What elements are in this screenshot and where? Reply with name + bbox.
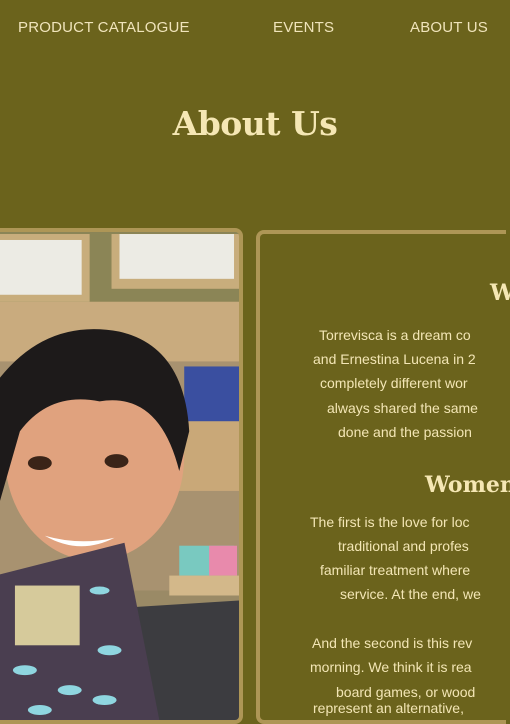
text-line: The first is the love for loc [310, 514, 470, 530]
text-line: morning. We think it is rea [310, 659, 472, 675]
section-heading-women: Women [425, 472, 510, 498]
founder-photo-image [0, 232, 239, 720]
text-line: service. At the end, we [340, 586, 481, 602]
text-line: completely different wor [320, 375, 468, 391]
nav-about-us[interactable]: ABOUT US [410, 19, 488, 36]
text-line: Torrevisca is a dream co [319, 327, 471, 343]
text-line: and Ernestina Lucena in 2 [313, 351, 476, 367]
text-line: represent an alternative, [313, 700, 464, 716]
text-line: And the second is this rev [312, 635, 473, 651]
founder-photo [0, 228, 243, 724]
text-line: familiar treatment where [320, 562, 471, 578]
text-line: done and the passion [338, 424, 472, 440]
text-line: always shared the same [327, 400, 478, 416]
section-heading: W [490, 280, 510, 306]
nav-events[interactable]: EVENTS [273, 19, 334, 36]
text-line: traditional and profes [338, 538, 469, 554]
text-line: board games, or wood [336, 684, 476, 700]
nav-product-catalogue[interactable]: PRODUCT CATALOGUE [18, 19, 190, 36]
page-title: About Us [172, 104, 338, 143]
